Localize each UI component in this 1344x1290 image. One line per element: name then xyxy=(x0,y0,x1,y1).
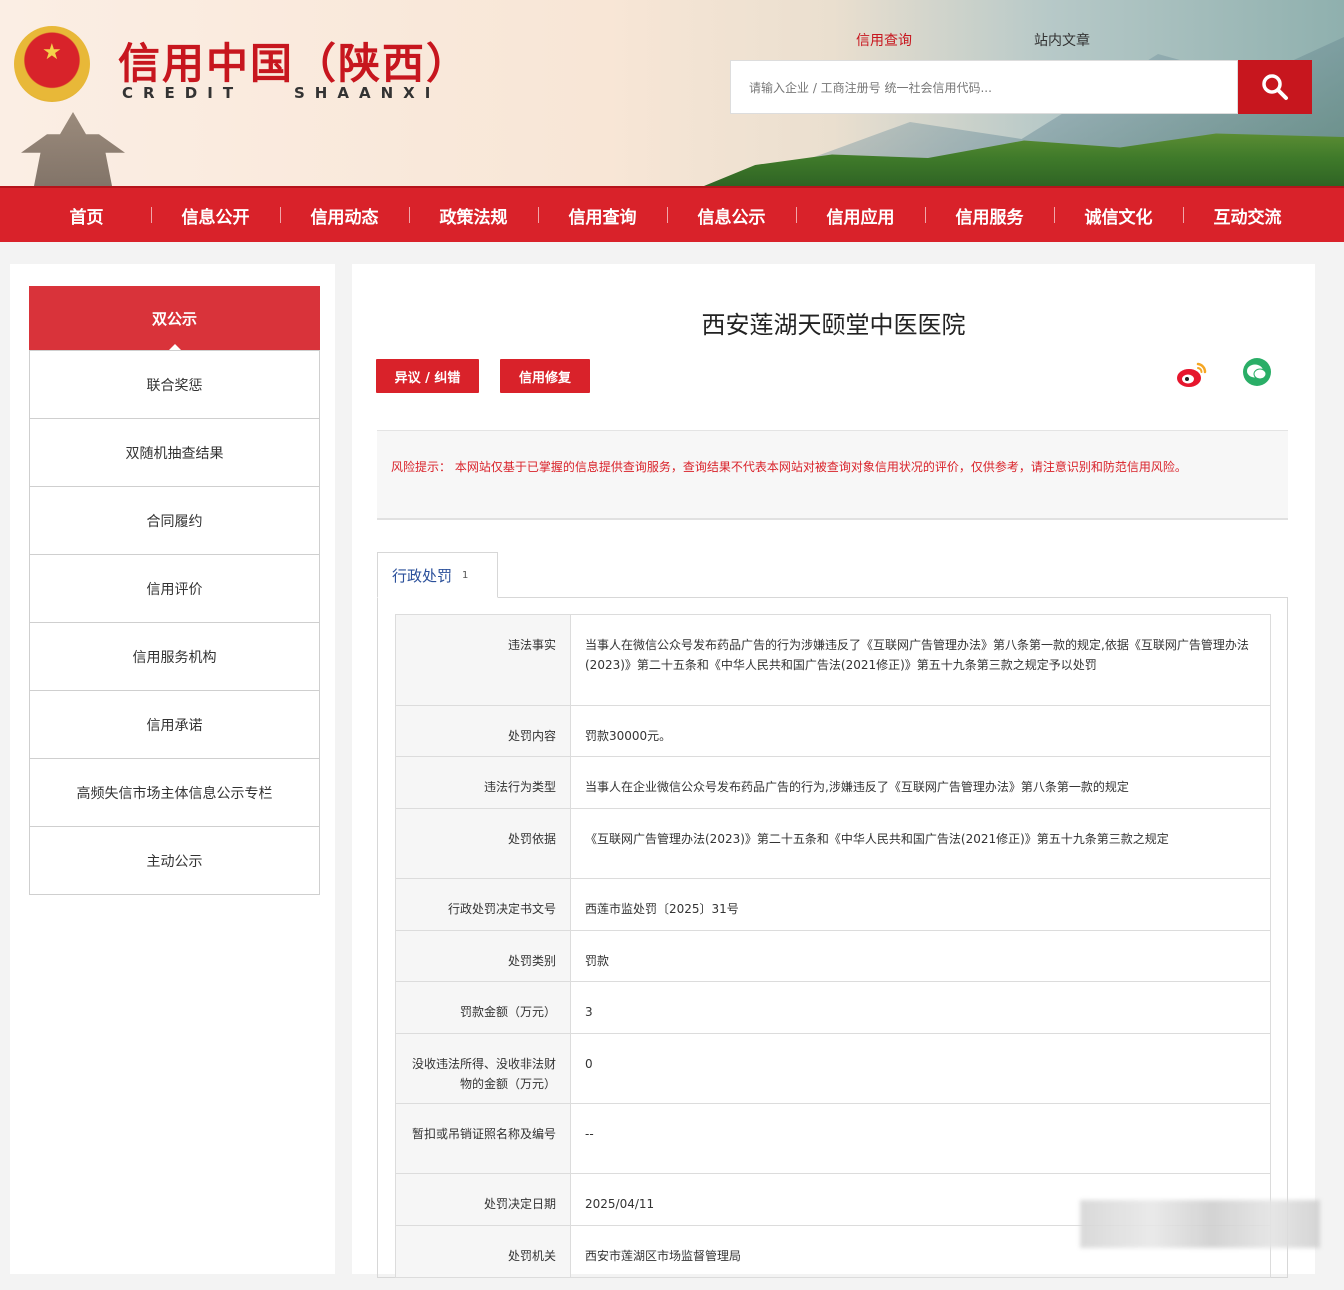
page-title: 西安莲湖天颐堂中医医院 xyxy=(701,311,966,339)
table-row: 罚款金额（万元） 3 xyxy=(395,981,1271,1034)
sidebar-item-credit-service-agency[interactable]: 信用服务机构 xyxy=(30,622,319,690)
field-label: 违法事实 xyxy=(395,614,571,706)
penalty-detail-table: 违法事实 当事人在微信公众号发布药品广告的行为涉嫌违反了《互联网广告管理办法》第… xyxy=(395,614,1271,1278)
field-label: 处罚依据 xyxy=(395,808,571,879)
field-label: 行政处罚决定书文号 xyxy=(395,878,571,931)
nav-policy[interactable]: 政策法规 xyxy=(409,203,538,228)
table-row: 暂扣或吊销证照名称及编号 -- xyxy=(395,1103,1271,1174)
field-value: 0 xyxy=(570,1033,1271,1104)
star-icon: ★ xyxy=(42,40,62,65)
table-row: 处罚内容 罚款30000元。 xyxy=(395,705,1271,757)
nav-credit-service[interactable]: 信用服务 xyxy=(925,203,1054,228)
field-value: 《互联网广告管理办法(2023)》第二十五条和《中华人民共和国广告法(2021修… xyxy=(570,808,1271,879)
nav-credit-query[interactable]: 信用查询 xyxy=(538,203,667,228)
field-label: 暂扣或吊销证照名称及编号 xyxy=(395,1103,571,1174)
site-logo-subtitle-credit: CREDIT xyxy=(122,84,244,102)
table-row: 没收违法所得、没收非法财物的金额（万元） 0 xyxy=(395,1033,1271,1104)
site-logo-subtitle-shaanxi: SHAANXI xyxy=(294,84,441,102)
table-row: 行政处罚决定书文号 西莲市监处罚〔2025〕31号 xyxy=(395,878,1271,931)
tab-administrative-penalty[interactable]: 行政处罚 1 xyxy=(377,552,498,598)
sidebar-item-random-inspection[interactable]: 双随机抽查结果 xyxy=(30,418,319,486)
table-row: 处罚类别 罚款 xyxy=(395,930,1271,982)
national-emblem-icon: ★ xyxy=(14,26,90,102)
field-value: 罚款30000元。 xyxy=(570,705,1271,757)
nav-info-publicity[interactable]: 信息公示 xyxy=(667,203,796,228)
sidebar-item-dishonest-column[interactable]: 高频失信市场主体信息公示专栏 xyxy=(30,758,319,826)
table-row: 处罚依据 《互联网广告管理办法(2023)》第二十五条和《中华人民共和国广告法(… xyxy=(395,808,1271,879)
sidebar-item-credit-evaluation[interactable]: 信用评价 xyxy=(30,554,319,622)
main-nav: 首页 信息公开 信用动态 政策法规 信用查询 信息公示 信用应用 信用服务 诚信… xyxy=(0,186,1344,242)
table-row: 违法事实 当事人在微信公众号发布药品广告的行为涉嫌违反了《互联网广告管理办法》第… xyxy=(395,614,1271,706)
field-value: -- xyxy=(570,1103,1271,1174)
field-label: 处罚内容 xyxy=(395,705,571,757)
field-value: 3 xyxy=(570,981,1271,1034)
credit-repair-button[interactable]: 信用修复 xyxy=(500,359,590,393)
sidebar-item-joint-reward[interactable]: 联合奖惩 xyxy=(30,350,319,418)
tab-bar xyxy=(377,552,1288,598)
nav-integrity-culture[interactable]: 诚信文化 xyxy=(1054,203,1183,228)
search-icon xyxy=(1262,74,1288,100)
sidebar-header[interactable]: 双公示 xyxy=(29,286,320,351)
pavilion-image xyxy=(21,112,125,186)
wechat-icon[interactable] xyxy=(1241,356,1273,388)
field-label: 处罚类别 xyxy=(395,930,571,982)
table-row: 违法行为类型 当事人在企业微信公众号发布药品广告的行为,涉嫌违反了《互联网广告管… xyxy=(395,756,1271,809)
objection-button[interactable]: 异议 / 纠错 xyxy=(376,359,479,393)
nav-credit-news[interactable]: 信用动态 xyxy=(280,203,409,228)
field-label: 没收违法所得、没收非法财物的金额（万元） xyxy=(395,1033,571,1104)
tab-count-badge: 1 xyxy=(462,569,469,581)
search-tab-credit[interactable]: 信用查询 xyxy=(856,30,912,50)
search-input[interactable]: 请输入企业 / 工商注册号 统一社会信用代码... xyxy=(730,60,1238,114)
field-value: 西莲市监处罚〔2025〕31号 xyxy=(570,878,1271,931)
field-label: 处罚决定日期 xyxy=(395,1173,571,1226)
weibo-icon[interactable] xyxy=(1174,358,1210,390)
field-value: 当事人在微信公众号发布药品广告的行为涉嫌违反了《互联网广告管理办法》第八条第一款… xyxy=(570,614,1271,706)
nav-credit-application[interactable]: 信用应用 xyxy=(796,203,925,228)
nav-info-disclosure[interactable]: 信息公开 xyxy=(151,203,280,228)
search-tab-articles[interactable]: 站内文章 xyxy=(1034,30,1090,50)
tab-label: 行政处罚 xyxy=(392,566,453,585)
field-value: 罚款 xyxy=(570,930,1271,982)
sidebar-item-credit-commitment[interactable]: 信用承诺 xyxy=(30,690,319,758)
field-value: 当事人在企业微信公众号发布药品广告的行为,涉嫌违反了《互联网广告管理办法》第八条… xyxy=(570,756,1271,809)
blurred-watermark xyxy=(1080,1200,1320,1248)
sidebar-item-active-publicity[interactable]: 主动公示 xyxy=(30,826,319,894)
field-label: 处罚机关 xyxy=(395,1225,571,1278)
site-logo-title[interactable]: 信用中国（陕西） xyxy=(118,30,470,91)
search-button[interactable] xyxy=(1238,60,1312,114)
sidebar-item-contract[interactable]: 合同履约 xyxy=(30,486,319,554)
field-label: 罚款金额（万元） xyxy=(395,981,571,1034)
sidebar-list: 联合奖惩 双随机抽查结果 合同履约 信用评价 信用服务机构 信用承诺 高频失信市… xyxy=(29,350,320,895)
nav-interaction[interactable]: 互动交流 xyxy=(1183,203,1312,228)
field-label: 违法行为类型 xyxy=(395,756,571,809)
risk-notice-label: 风险提示： xyxy=(391,460,452,474)
risk-notice-text: 本网站仅基于已掌握的信息提供查询服务，查询结果不代表本网站对被查询对象信用状况的… xyxy=(454,460,1187,474)
risk-notice: 风险提示： 本网站仅基于已掌握的信息提供查询服务，查询结果不代表本网站对被查询对… xyxy=(377,430,1288,520)
nav-home[interactable]: 首页 xyxy=(22,203,151,228)
